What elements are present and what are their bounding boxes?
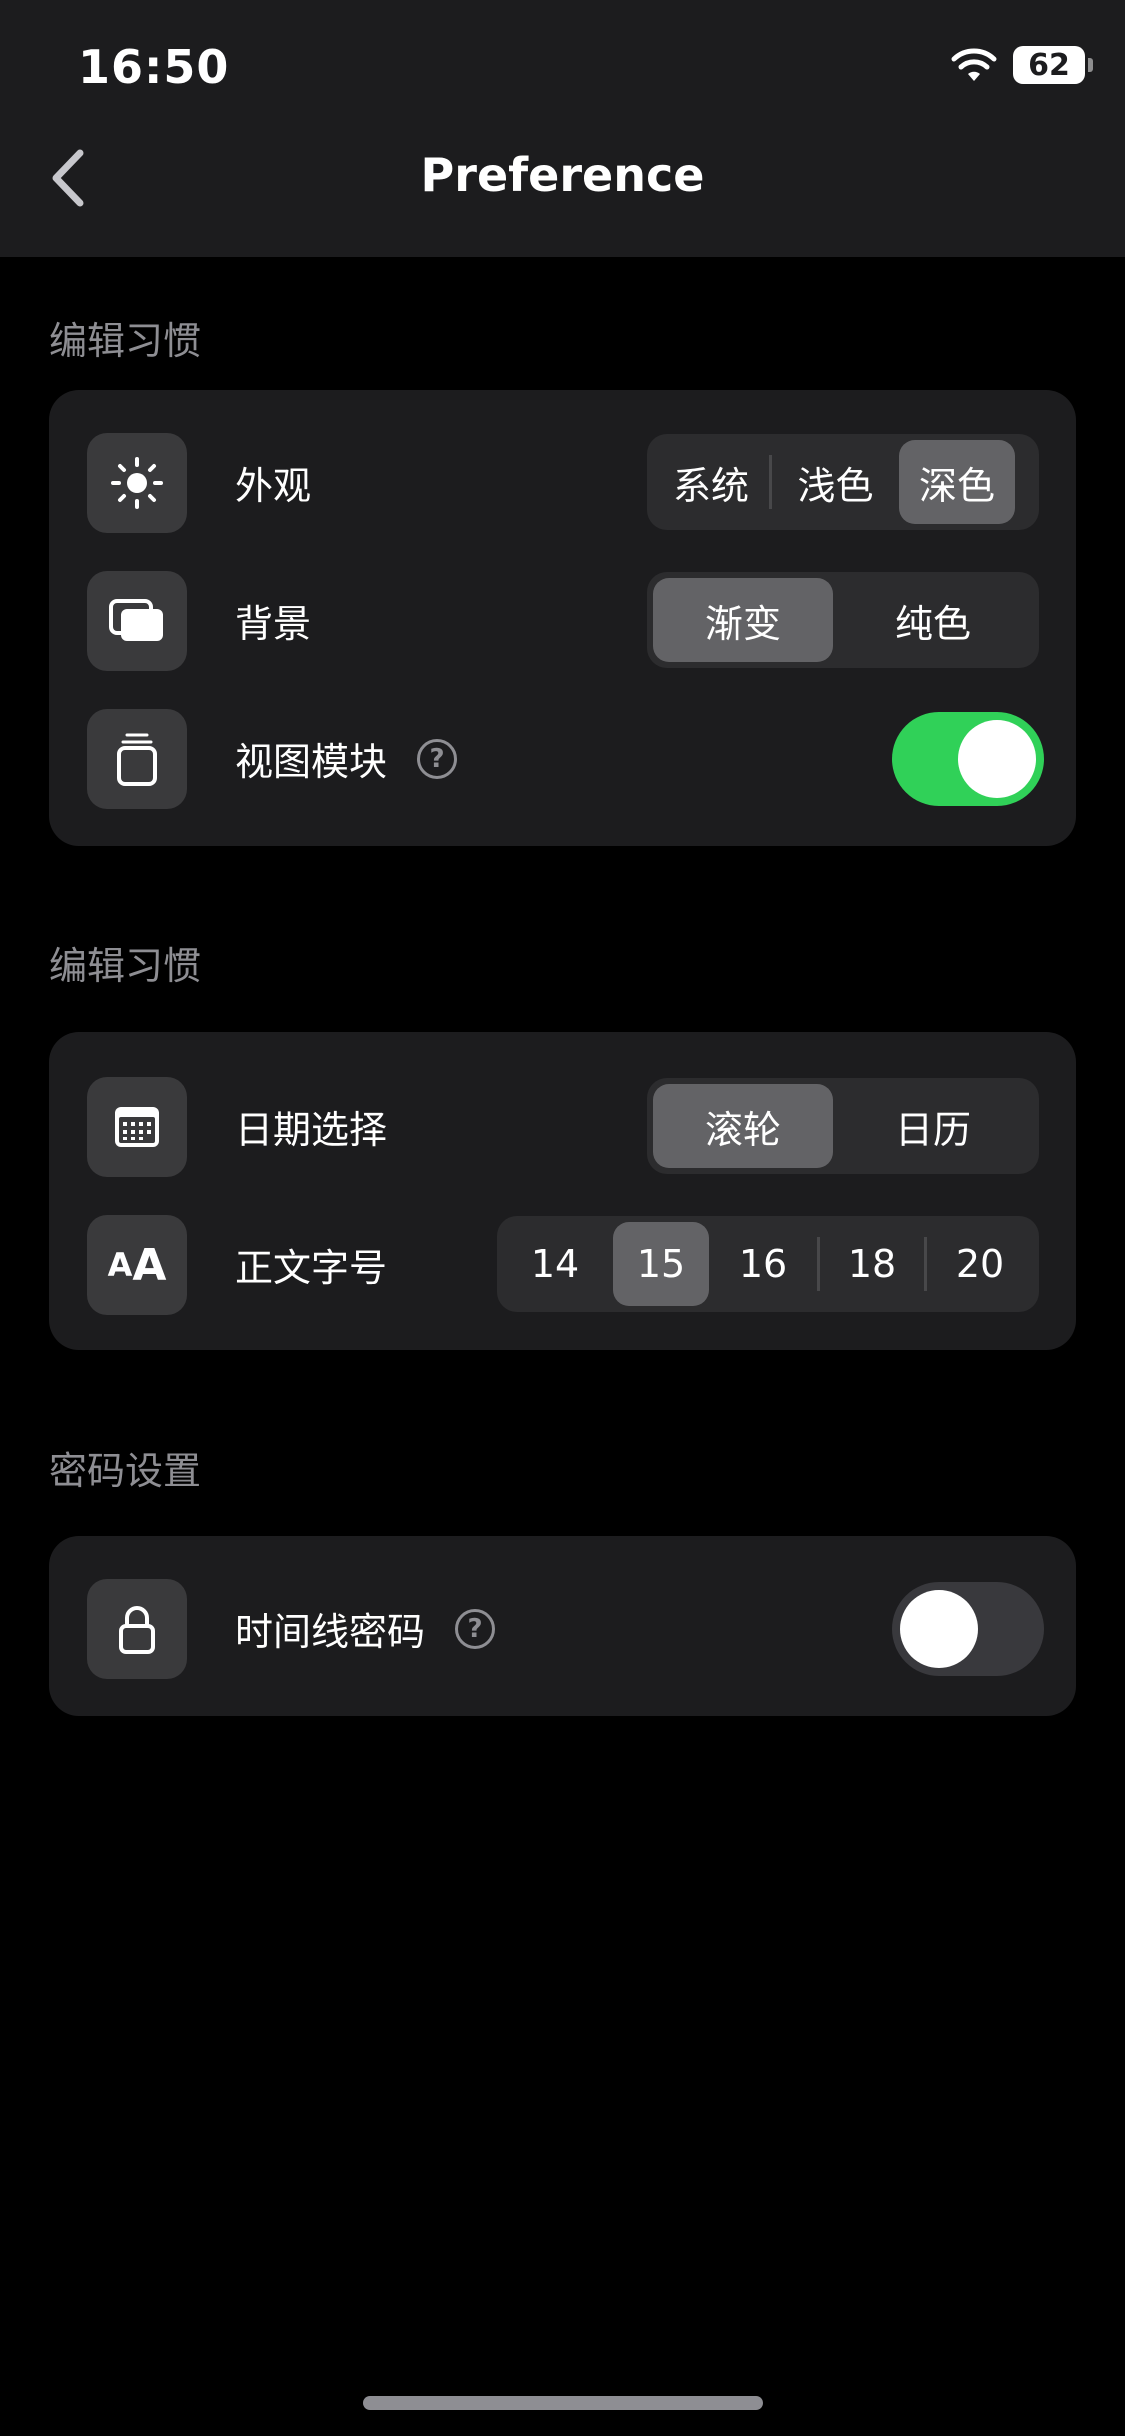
background-label: 背景 [235, 602, 312, 646]
toggle-knob [900, 1590, 978, 1668]
appearance-row: 外观 系统 浅色 深色 [49, 428, 1076, 538]
page-title: Preference [420, 148, 705, 202]
font-size-icon-small: A [107, 1246, 133, 1284]
font-size-option-16[interactable]: 16 [709, 1222, 817, 1306]
status-indicators: 62 [951, 46, 1093, 84]
row-icon-tile [87, 1077, 187, 1177]
lock-icon [119, 1606, 155, 1654]
calendar-icon [115, 1107, 159, 1147]
section-title-editing-2: 编辑习惯 [49, 944, 202, 988]
view-module-row: 视图模块 ? [49, 704, 1076, 814]
font-size-icon-large: A [132, 1239, 167, 1291]
appearance-option-dark[interactable]: 深色 [899, 440, 1015, 524]
row-icon-tile [87, 433, 187, 533]
timeline-password-toggle[interactable] [892, 1582, 1044, 1676]
background-segmented-control: 渐变 纯色 [647, 572, 1039, 668]
appearance-option-light[interactable]: 浅色 [772, 440, 899, 524]
section-title-password: 密码设置 [49, 1449, 202, 1493]
date-option-wheel[interactable]: 滚轮 [653, 1084, 833, 1168]
date-picker-segmented-control: 滚轮 日历 [647, 1078, 1039, 1174]
date-picker-label: 日期选择 [235, 1108, 388, 1152]
row-icon-tile [87, 1579, 187, 1679]
section-title-editing: 编辑习惯 [49, 319, 202, 363]
appearance-label: 外观 [235, 464, 312, 508]
settings-card-editing: 外观 系统 浅色 深色 背景 渐变 纯色 视图模块 ? [49, 390, 1076, 846]
status-time: 16:50 [78, 40, 230, 94]
background-row: 背景 渐变 纯色 [49, 566, 1076, 676]
row-icon-tile [87, 709, 187, 809]
font-size-icon: AA [87, 1215, 187, 1315]
view-module-label: 视图模块 ? [235, 731, 458, 786]
help-icon[interactable]: ? [455, 1608, 496, 1649]
font-size-segmented-control: 14 15 16 18 20 [497, 1216, 1039, 1312]
view-module-toggle[interactable] [892, 712, 1044, 806]
font-size-option-18[interactable]: 18 [820, 1222, 924, 1306]
help-icon[interactable]: ? [417, 738, 458, 779]
toggle-knob [958, 720, 1036, 798]
background-layers-icon [109, 599, 163, 641]
home-indicator [363, 2396, 763, 2410]
row-icon-tile [87, 571, 187, 671]
background-option-solid[interactable]: 纯色 [833, 578, 1033, 662]
view-module-icon [117, 733, 157, 786]
battery-level: 62 [1028, 47, 1070, 83]
nav-header: 16:50 62 Preference [0, 0, 1125, 257]
timeline-password-label-text: 时间线密码 [235, 1610, 426, 1654]
timeline-password-label: 时间线密码 ? [235, 1601, 496, 1656]
font-size-option-15[interactable]: 15 [613, 1222, 709, 1306]
date-option-calendar[interactable]: 日历 [833, 1084, 1033, 1168]
background-option-gradient[interactable]: 渐变 [653, 578, 833, 662]
view-module-label-text: 视图模块 [235, 740, 388, 784]
wifi-icon [951, 48, 997, 81]
settings-card-editing-2: 日期选择 滚轮 日历 AA 正文字号 14 15 16 18 20 [49, 1032, 1076, 1350]
font-size-row: AA 正文字号 14 15 16 18 20 [49, 1210, 1076, 1320]
font-size-option-14[interactable]: 14 [503, 1222, 607, 1306]
battery-indicator: 62 [1013, 46, 1093, 84]
sun-icon [111, 457, 163, 509]
timeline-password-row: 时间线密码 ? [49, 1574, 1076, 1684]
appearance-option-system[interactable]: 系统 [653, 440, 769, 524]
appearance-segmented-control: 系统 浅色 深色 [647, 434, 1039, 530]
font-size-option-20[interactable]: 20 [927, 1222, 1033, 1306]
font-size-label: 正文字号 [235, 1246, 388, 1290]
settings-card-password: 时间线密码 ? [49, 1536, 1076, 1716]
date-picker-row: 日期选择 滚轮 日历 [49, 1072, 1076, 1182]
